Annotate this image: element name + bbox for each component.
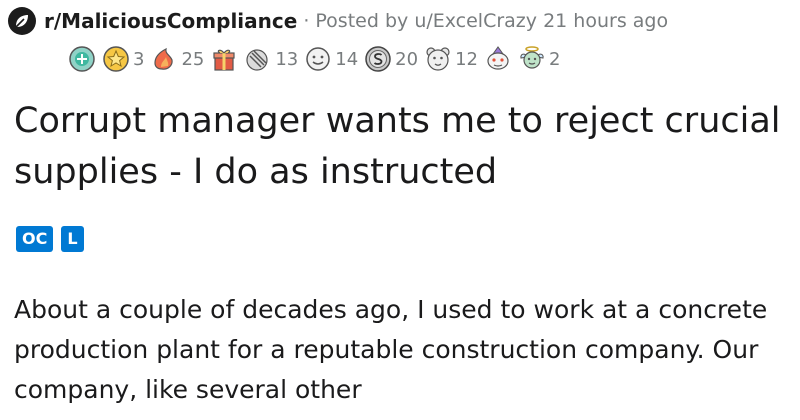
award-count: 12 — [455, 48, 478, 70]
snoo-party-award-icon — [487, 46, 509, 70]
flair-l[interactable]: L — [61, 226, 84, 252]
award-count: 13 — [275, 48, 299, 70]
meta-separator: · — [303, 10, 310, 32]
award[interactable]: 25 — [150, 45, 204, 73]
take-my-energy-award-icon — [154, 47, 174, 70]
subreddit-link[interactable]: r/MaliciousCompliance — [44, 9, 297, 33]
award[interactable]: 12 — [424, 45, 478, 73]
award-count: 2 — [548, 48, 561, 70]
award[interactable] — [68, 45, 96, 73]
award[interactable]: 14 — [304, 45, 358, 73]
gold-star-award-icon — [103, 46, 129, 72]
post-time: 21 hours ago — [543, 10, 669, 32]
award[interactable]: 13 — [244, 45, 298, 73]
award-count: 20 — [395, 48, 419, 70]
subreddit-icon[interactable] — [8, 7, 36, 35]
posted-by-prefix: Posted by — [315, 10, 409, 32]
post-flairs: OC L — [16, 226, 92, 252]
post-header: r/MaliciousCompliance · Posted by u/Exce… — [8, 4, 668, 38]
angel-award-icon — [520, 46, 544, 69]
awards-bar: 3 25 13 14 20 12 2 — [68, 42, 566, 76]
leaf-icon — [15, 15, 28, 28]
author-link[interactable]: u/ExcelCrazy — [414, 10, 537, 32]
award-count: 14 — [335, 48, 359, 70]
award[interactable] — [484, 45, 512, 73]
award-count: 25 — [181, 48, 205, 70]
award[interactable]: 2 — [518, 45, 560, 73]
facepalm-award-icon — [246, 49, 268, 71]
gift-box-award-icon — [213, 49, 235, 71]
award-count: 3 — [133, 48, 145, 70]
green-orb-award-icon — [69, 46, 95, 72]
post-body: About a couple of decades ago, I used to… — [14, 295, 768, 404]
smile-face-award-icon — [306, 47, 331, 71]
silver-coin-award-icon — [365, 46, 391, 72]
award[interactable] — [210, 45, 238, 73]
post-meta: · Posted by u/ExcelCrazy 21 hours ago — [303, 10, 668, 32]
flair-oc[interactable]: OC — [16, 226, 54, 252]
bear-face-award-icon — [426, 47, 450, 71]
post-title[interactable]: Corrupt manager wants me to reject cruci… — [14, 96, 784, 198]
award[interactable]: 20 — [364, 45, 418, 73]
award[interactable]: 3 — [102, 45, 144, 73]
